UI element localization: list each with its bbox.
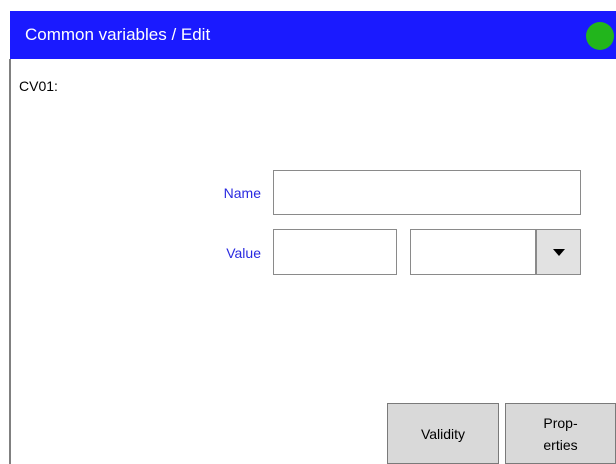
unit-dropdown-button[interactable] (536, 229, 581, 275)
value-input[interactable] (273, 229, 397, 275)
name-label: Name (223, 185, 261, 201)
properties-button[interactable]: Prop- erties (505, 403, 616, 464)
status-indicator-icon (586, 22, 614, 50)
variable-id-label: CV01: (19, 78, 58, 94)
properties-button-label-line1: Prop- (543, 414, 578, 431)
name-input[interactable] (273, 170, 581, 215)
properties-button-label-line2: erties (543, 436, 578, 453)
left-border (9, 59, 11, 464)
edit-screen: Common variables / Edit CV01: Name Value… (0, 0, 616, 464)
unit-select[interactable] (410, 229, 536, 275)
validity-button-label: Validity (420, 425, 466, 442)
chevron-down-icon (553, 249, 565, 256)
title-bar: Common variables / Edit (10, 11, 616, 59)
validity-button[interactable]: Validity (387, 403, 499, 464)
value-label: Value (226, 245, 261, 261)
page-title: Common variables / Edit (25, 25, 211, 44)
